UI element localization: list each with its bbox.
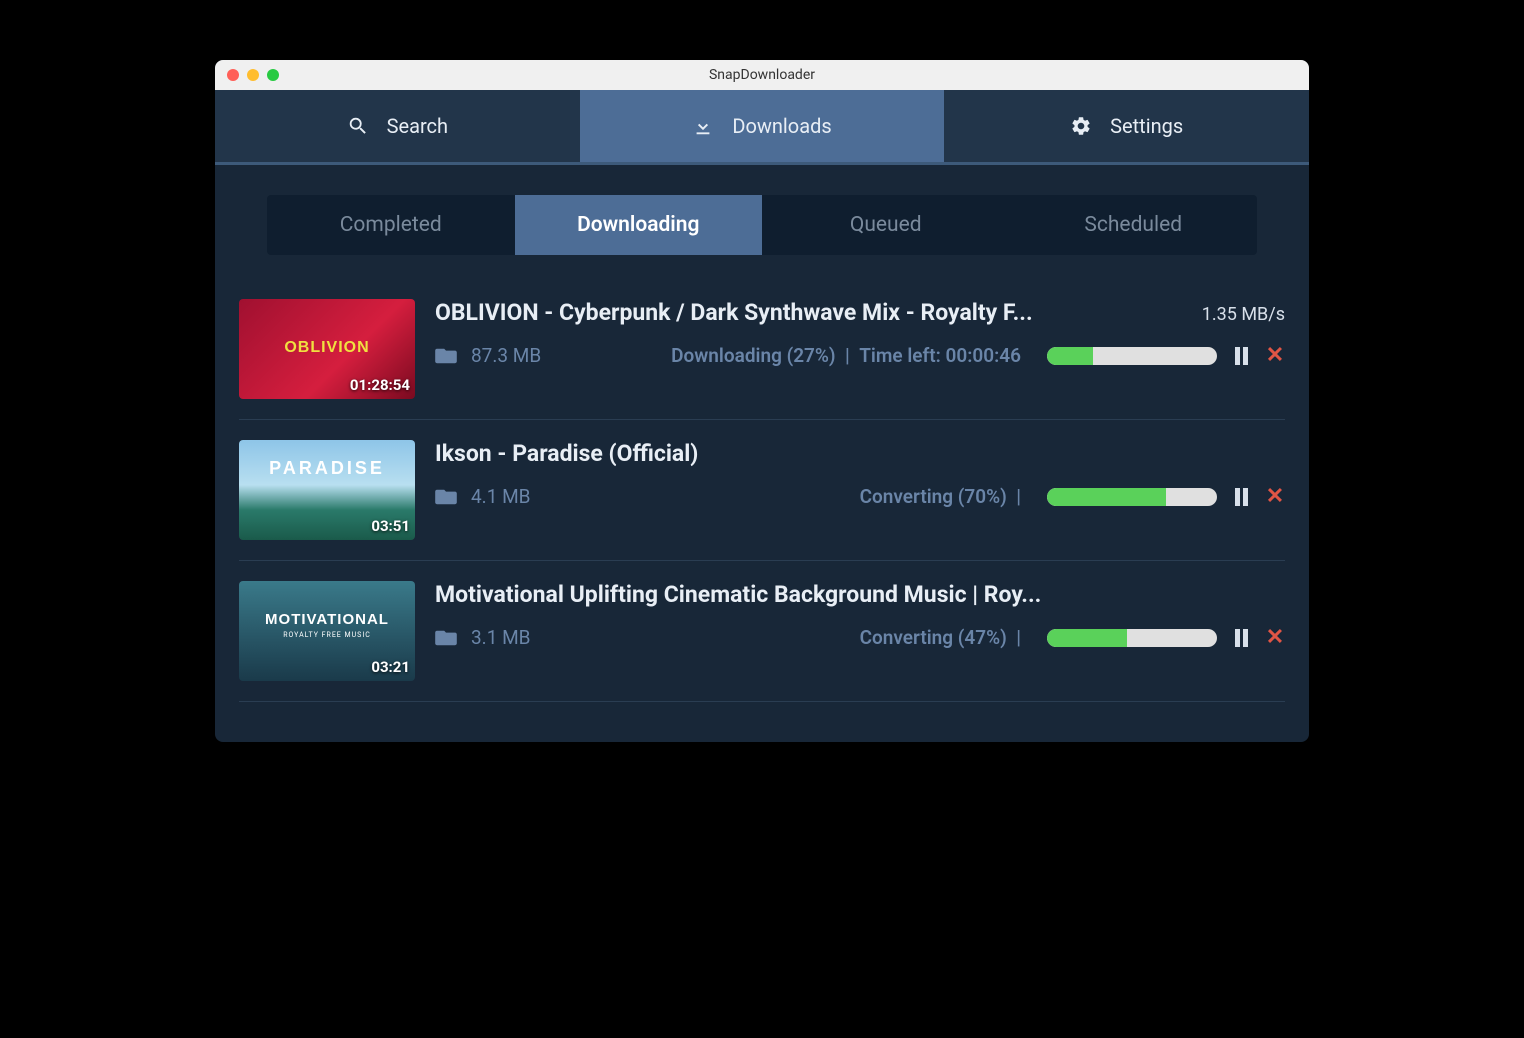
thumbnail[interactable]: PARADISE 03:51	[239, 440, 415, 540]
nav-tab-downloads[interactable]: Downloads	[580, 90, 945, 162]
main-nav: Search Downloads Settings	[215, 90, 1309, 165]
subtab-downloading[interactable]: Downloading	[515, 195, 763, 255]
progress-bar	[1047, 629, 1217, 647]
file-size: 4.1 MB	[471, 485, 561, 508]
content-area: Completed Downloading Queued Scheduled O…	[215, 165, 1309, 742]
close-icon: ✕	[1266, 486, 1284, 508]
thumbnail-text: OBLIVION	[239, 339, 415, 357]
pause-button[interactable]	[1231, 346, 1251, 366]
window-controls	[227, 69, 279, 81]
duration-badge: 03:51	[371, 517, 410, 535]
cancel-button[interactable]: ✕	[1265, 487, 1285, 507]
download-item: OBLIVION 01:28:54 OBLIVION - Cyberpunk /…	[239, 279, 1285, 420]
thumbnail[interactable]: OBLIVION 01:28:54	[239, 299, 415, 399]
pause-icon	[1235, 488, 1248, 506]
duration-badge: 01:28:54	[350, 376, 410, 394]
progress-bar	[1047, 488, 1217, 506]
cancel-button[interactable]: ✕	[1265, 628, 1285, 648]
gear-icon	[1070, 115, 1092, 137]
progress-bar	[1047, 347, 1217, 365]
app-window: SnapDownloader Search Downloads Settings…	[215, 60, 1309, 742]
progress-fill	[1047, 488, 1166, 506]
close-window-button[interactable]	[227, 69, 239, 81]
item-info: OBLIVION - Cyberpunk / Dark Synthwave Mi…	[435, 299, 1285, 399]
subtab-scheduled[interactable]: Scheduled	[1010, 195, 1258, 255]
file-size: 3.1 MB	[471, 626, 561, 649]
folder-icon[interactable]	[435, 347, 457, 365]
download-status: Downloading (27%) | Time left: 00:00:46	[575, 344, 1021, 367]
pause-button[interactable]	[1231, 487, 1251, 507]
nav-tab-settings-label: Settings	[1110, 114, 1183, 138]
search-icon	[347, 115, 369, 137]
download-speed: 1.35 MB/s	[1202, 304, 1285, 325]
download-title: Motivational Uplifting Cinematic Backgro…	[435, 581, 1041, 608]
thumbnail-subtext: ROYALTY FREE MUSIC	[239, 631, 415, 639]
minimize-window-button[interactable]	[247, 69, 259, 81]
nav-tab-search[interactable]: Search	[215, 90, 580, 162]
duration-badge: 03:21	[371, 658, 410, 676]
download-title: Ikson - Paradise (Official)	[435, 440, 698, 467]
pause-button[interactable]	[1231, 628, 1251, 648]
cancel-button[interactable]: ✕	[1265, 346, 1285, 366]
download-icon	[692, 115, 714, 137]
folder-icon[interactable]	[435, 488, 457, 506]
download-subtabs: Completed Downloading Queued Scheduled	[267, 195, 1257, 255]
nav-tab-settings[interactable]: Settings	[944, 90, 1309, 162]
thumbnail-text: PARADISE	[239, 458, 415, 479]
nav-tab-downloads-label: Downloads	[732, 114, 831, 138]
titlebar: SnapDownloader	[215, 60, 1309, 90]
pause-icon	[1235, 347, 1248, 365]
nav-tab-search-label: Search	[387, 114, 448, 138]
thumbnail[interactable]: MOTIVATIONAL ROYALTY FREE MUSIC 03:21	[239, 581, 415, 681]
download-item: MOTIVATIONAL ROYALTY FREE MUSIC 03:21 Mo…	[239, 561, 1285, 702]
close-icon: ✕	[1266, 627, 1284, 649]
thumbnail-text: MOTIVATIONAL	[239, 611, 415, 628]
folder-icon[interactable]	[435, 629, 457, 647]
maximize-window-button[interactable]	[267, 69, 279, 81]
download-status: Converting (47%) |	[575, 626, 1021, 649]
window-title: SnapDownloader	[215, 67, 1309, 83]
progress-fill	[1047, 629, 1127, 647]
download-status: Converting (70%) |	[575, 485, 1021, 508]
subtab-completed[interactable]: Completed	[267, 195, 515, 255]
download-title: OBLIVION - Cyberpunk / Dark Synthwave Mi…	[435, 299, 1033, 326]
pause-icon	[1235, 629, 1248, 647]
progress-fill	[1047, 347, 1093, 365]
item-info: Motivational Uplifting Cinematic Backgro…	[435, 581, 1285, 681]
item-info: Ikson - Paradise (Official) 4.1 MB Conve…	[435, 440, 1285, 540]
file-size: 87.3 MB	[471, 344, 561, 367]
subtab-queued[interactable]: Queued	[762, 195, 1010, 255]
close-icon: ✕	[1266, 345, 1284, 367]
download-item: PARADISE 03:51 Ikson - Paradise (Officia…	[239, 420, 1285, 561]
